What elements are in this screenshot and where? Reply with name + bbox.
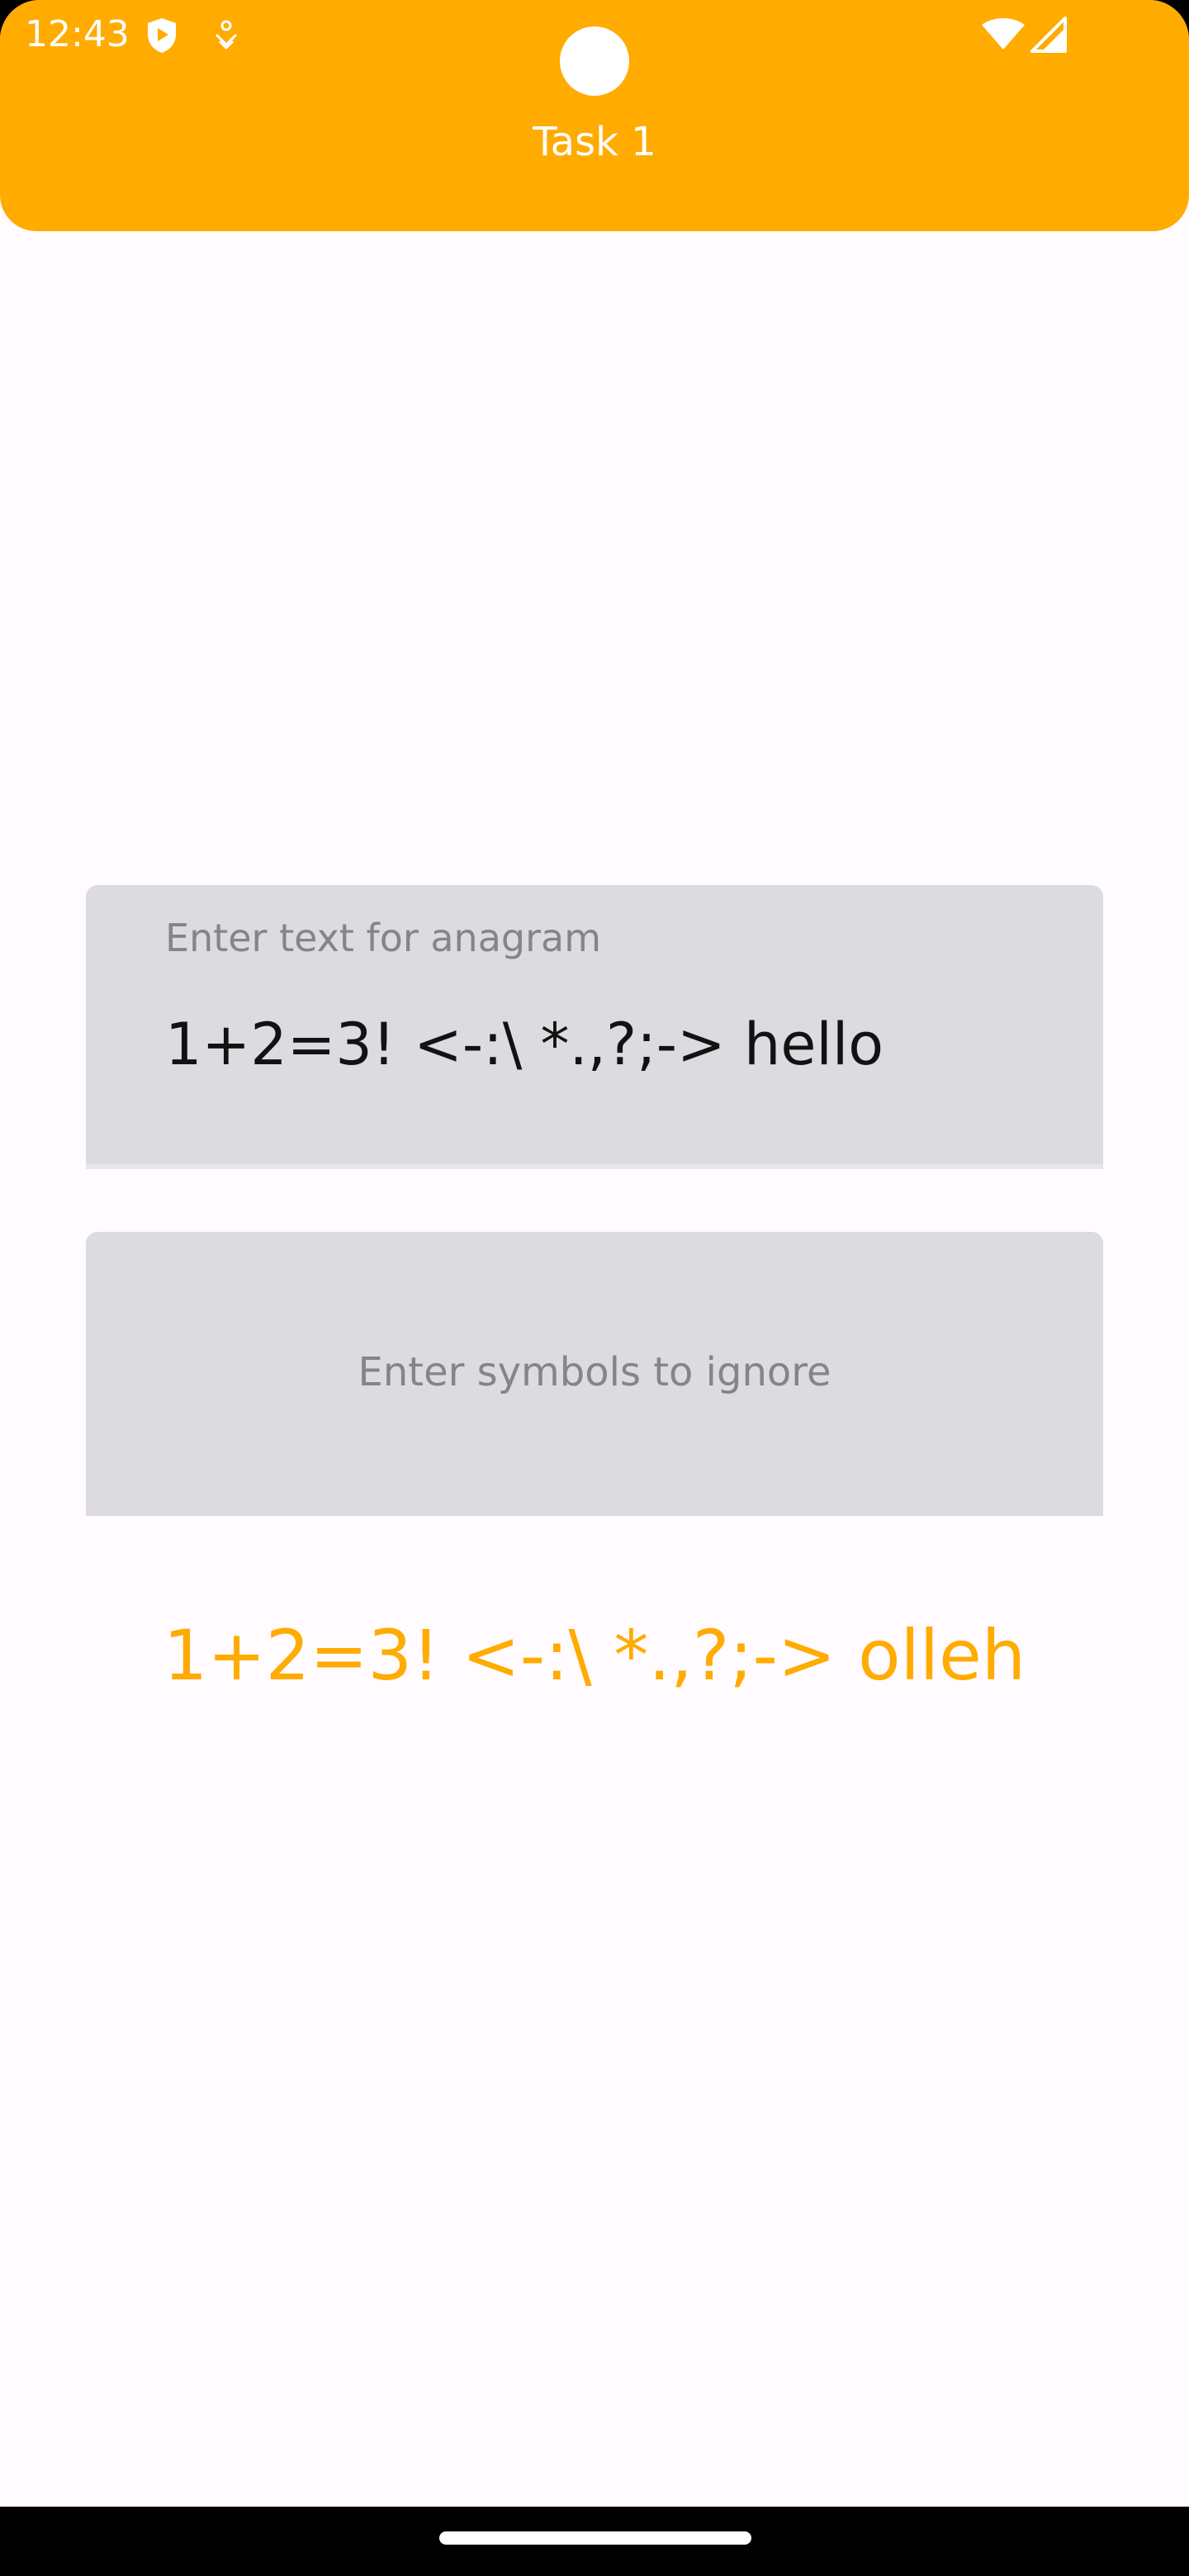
home-indicator[interactable] <box>439 2531 751 2545</box>
anagram-input-label: Enter text for anagram <box>165 916 602 960</box>
cellular-signal-icon <box>1030 17 1067 53</box>
anagram-input-field[interactable]: Enter text for anagram 1+2=3! <-:\ *.,?;… <box>86 885 1103 1169</box>
ignore-symbols-placeholder: Enter symbols to ignore <box>358 1349 831 1395</box>
anagram-input-value[interactable]: 1+2=3! <-:\ *.,?;-> hello <box>165 1007 883 1082</box>
shield-play-icon <box>148 18 176 53</box>
ignore-symbols-input-field[interactable]: Enter symbols to ignore <box>86 1232 1103 1516</box>
app-title: Task 1 <box>533 119 656 165</box>
wifi-icon <box>982 18 1025 50</box>
camera-cutout <box>560 26 629 96</box>
status-time: 12:43 <box>25 13 130 55</box>
app-bar: 12:43 Task 1 <box>0 0 1189 231</box>
app-notification-icon <box>215 20 238 50</box>
navigation-bar <box>0 2507 1189 2576</box>
anagram-result: 1+2=3! <-:\ *.,?;-> olleh <box>163 1615 1026 1696</box>
app-screen: 12:43 Task 1 Enter text for anagram 1+2=… <box>0 0 1189 2507</box>
